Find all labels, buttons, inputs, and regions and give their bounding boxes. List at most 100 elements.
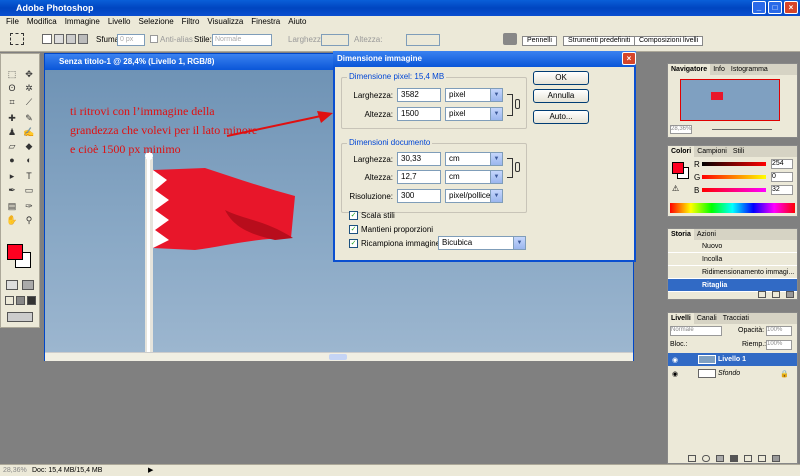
height-unit-select[interactable]: pixel ▼ [445,107,503,121]
tab-history[interactable]: Storia [668,229,694,240]
shape-icon[interactable]: ▭ [22,184,36,197]
new-selection-icon[interactable] [42,34,52,44]
status-arrow-icon[interactable]: ▶ [148,465,153,476]
resample-checkbox[interactable]: ✓ Ricampiona immagine: [349,239,442,249]
tab-layers[interactable]: Livelli [668,313,694,324]
b-input[interactable]: 32 [771,185,793,195]
eye-icon[interactable]: ◉ [672,370,678,378]
close-button[interactable]: × [784,1,798,14]
stamp-icon[interactable]: ♟ [5,126,19,139]
bucket-icon[interactable]: ◆ [22,140,36,153]
mask-icon[interactable] [716,455,724,462]
opacity-input[interactable]: 100% [766,326,792,336]
menu-file[interactable]: File [2,16,23,28]
g-slider[interactable] [702,175,766,179]
menu-immagine[interactable]: Immagine [61,16,104,28]
adjustment-icon[interactable] [730,455,738,462]
new-document-icon[interactable] [772,291,780,298]
tab-channels[interactable]: Canali [694,313,720,324]
foreground-color-swatch[interactable] [7,244,23,260]
eyedropper-icon[interactable]: ✑ [22,200,36,213]
res-unit-select[interactable]: pixel/pollice ▼ [445,189,503,203]
width-input[interactable]: 3582 [397,88,441,102]
hand-icon[interactable]: ✋ [5,214,19,227]
doc-width-input[interactable]: 30,33 [397,152,441,166]
screen-mode-full-icon[interactable] [27,296,36,305]
altezza-input[interactable] [406,34,440,46]
quickmask-mode-icon[interactable] [22,280,34,290]
auto-button[interactable]: Auto... [533,110,589,124]
keep-proportions-checkbox[interactable]: ✓ Mantieni proporzioni [349,225,433,235]
layer-row-sfondo[interactable]: Sfondo [668,367,797,380]
sfuma-input[interactable]: 0 px [117,34,145,46]
tab-paths[interactable]: Tracciati [720,313,752,324]
crop-icon[interactable]: ⌗ [5,96,19,109]
navigator-thumbnail[interactable] [680,79,780,121]
navigator-zoom-slider[interactable] [712,129,772,130]
well-tab-composizioni[interactable]: Composizioni livelli [634,36,704,46]
imageready-button[interactable] [7,312,33,322]
healing-brush-icon[interactable]: ✚ [5,112,19,125]
history-item[interactable]: Nuovo [668,240,797,253]
menu-aiuto[interactable]: Aiuto [284,16,310,28]
dialog-close-button[interactable]: × [622,52,636,65]
tab-styles[interactable]: Stili [730,146,747,157]
antialias-checkbox[interactable] [150,35,158,43]
layer-row-livello1[interactable]: Livello 1 [668,353,797,366]
history-item[interactable]: Ridimensionamento immagi... [668,266,797,279]
type-icon[interactable]: T [22,170,36,183]
menu-livello[interactable]: Livello [104,16,135,28]
ok-button[interactable]: OK [533,71,589,85]
subtract-selection-icon[interactable] [66,34,76,44]
r-input[interactable]: 254 [771,159,793,169]
menu-visualizza[interactable]: Visualizza [203,16,247,28]
notes-icon[interactable]: ▤ [5,200,19,213]
slice-icon[interactable]: ⟋ [22,96,36,109]
new-group-icon[interactable] [744,455,752,462]
new-layer-icon[interactable] [758,455,766,462]
standard-mode-icon[interactable] [6,280,18,290]
well-tab-pennelli[interactable]: Pennelli [522,36,557,46]
color-ramp[interactable] [670,203,795,213]
tab-navigator[interactable]: Navigatore [668,64,711,75]
pen-icon[interactable]: ✒ [5,184,19,197]
menu-finestra[interactable]: Finestra [247,16,284,28]
blur-icon[interactable]: ● [5,154,19,167]
layer-style-icon[interactable] [702,455,710,462]
trash-icon[interactable] [772,455,780,462]
tab-actions[interactable]: Azioni [694,229,719,240]
larghezza-input[interactable] [321,34,349,46]
minimize-button[interactable]: _ [752,1,766,14]
blend-mode-select[interactable]: Normale [670,326,722,336]
well-tab-strumenti[interactable]: Strumenti predefiniti [563,36,636,46]
fg-color-chip[interactable] [672,162,684,174]
lasso-icon[interactable]: ʘ [5,82,19,95]
scale-styles-checkbox[interactable]: ✓ Scala stili [349,211,395,221]
move-icon[interactable]: ✥ [22,68,36,81]
zoom-icon[interactable]: ⚲ [22,214,36,227]
brush-icon[interactable]: ✎ [22,112,36,125]
cancel-button[interactable]: Annulla [533,89,589,103]
menu-selezione[interactable]: Selezione [135,16,178,28]
path-select-icon[interactable]: ▸ [5,170,19,183]
magic-wand-icon[interactable]: ✲ [22,82,36,95]
doc-width-unit-select[interactable]: cm ▼ [445,152,503,166]
r-slider[interactable] [702,162,766,166]
trash-icon[interactable] [786,291,794,298]
stile-select[interactable]: Normale [212,34,272,46]
intersect-selection-icon[interactable] [78,34,88,44]
resample-method-select[interactable]: Bicubica ▼ [438,236,526,250]
menu-modifica[interactable]: Modifica [23,16,61,28]
doc-height-unit-select[interactable]: cm ▼ [445,170,503,184]
eraser-icon[interactable]: ▱ [5,140,19,153]
scroll-thumb[interactable] [329,354,347,360]
tab-swatches[interactable]: Campioni [694,146,730,157]
link-layers-icon[interactable] [688,455,696,462]
height-input[interactable]: 1500 [397,107,441,121]
width-unit-select[interactable]: pixel ▼ [445,88,503,102]
res-input[interactable]: 300 [397,189,441,203]
fill-input[interactable]: 100% [766,340,792,350]
horizontal-scrollbar[interactable] [45,352,633,361]
g-input[interactable]: 0 [771,172,793,182]
history-brush-icon[interactable]: ✍ [22,126,36,139]
